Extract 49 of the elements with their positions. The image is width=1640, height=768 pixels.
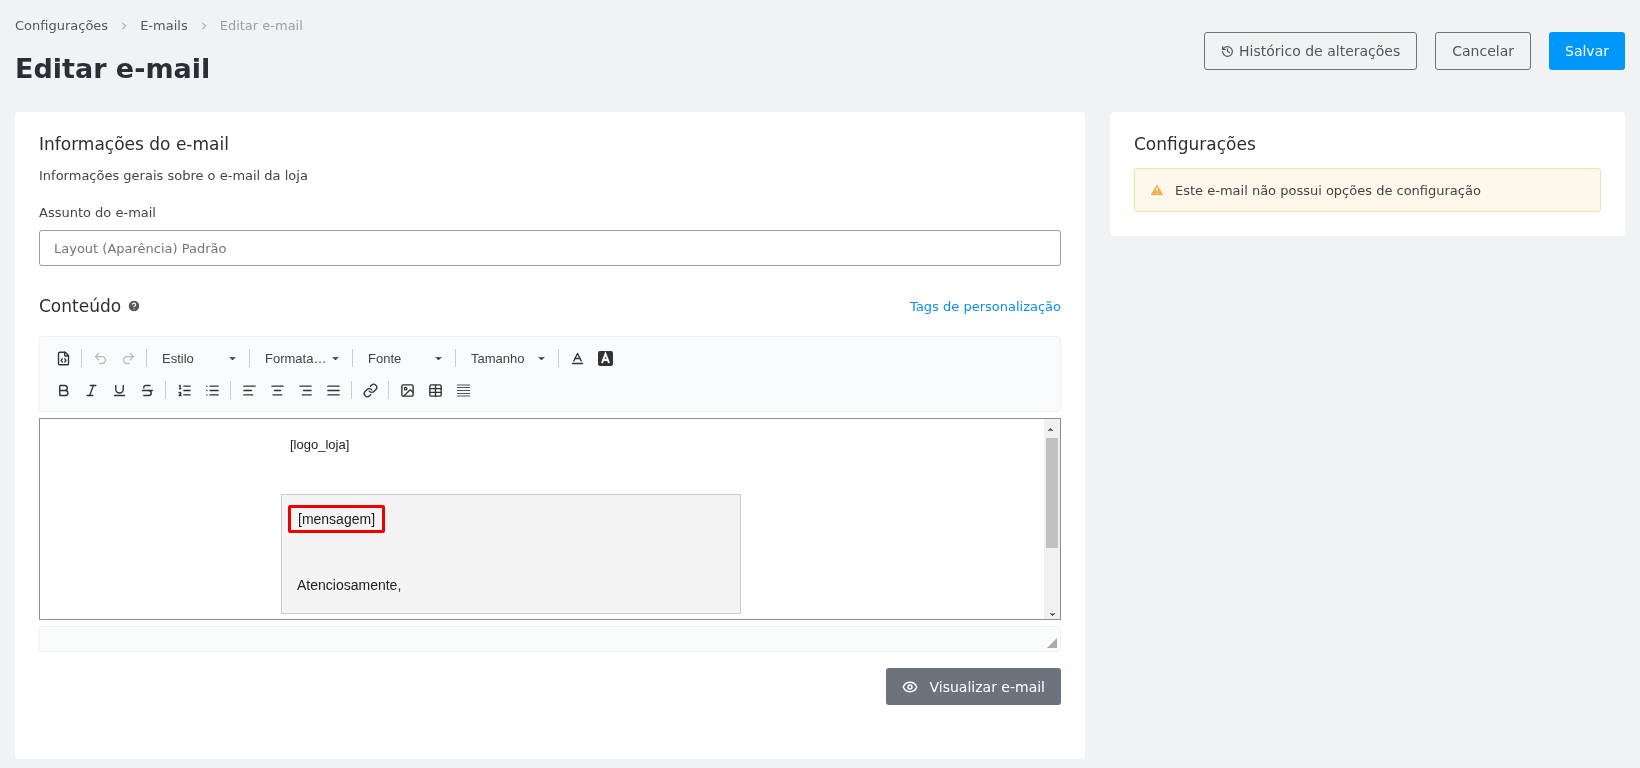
message-placeholder-text: [mensagem]: [288, 505, 386, 533]
resize-handle-icon[interactable]: [1047, 638, 1057, 648]
logo-placeholder-text: [logo_loja]: [290, 437, 351, 452]
breadcrumb-item[interactable]: E-mails: [140, 18, 188, 33]
section-title: Configurações: [1134, 134, 1257, 154]
align-left-icon: [241, 382, 257, 398]
align-justify-icon: [325, 382, 341, 398]
page-title: Editar e-mail: [15, 53, 212, 84]
help-icon[interactable]: [127, 299, 142, 313]
align-right-icon: [297, 382, 313, 398]
toolbar-dropdown[interactable]: Estilo: [152, 345, 244, 371]
italic-icon: [83, 382, 99, 398]
section-subtitle: Informações gerais sobre o e-mail da loja: [39, 168, 309, 183]
bullet-list-icon: [204, 382, 220, 398]
text-color-icon: [569, 350, 585, 366]
link-icon: [362, 382, 378, 398]
breadcrumb-item: Editar e-mail: [219, 18, 303, 33]
redo-icon: [120, 350, 136, 366]
closing-text: Atenciosamente,: [296, 577, 403, 593]
toolbar-dropdown[interactable]: Fonte: [358, 345, 450, 371]
tags-link[interactable]: Tags de personalização: [910, 298, 1061, 314]
field-label: Assunto do e-mail: [39, 205, 157, 220]
highlight-color-icon: [597, 350, 613, 366]
source-code-icon: [55, 350, 71, 366]
breadcrumb-item[interactable]: Configurações: [15, 18, 109, 33]
scroll-thumb[interactable]: [1046, 438, 1058, 548]
section-title: Conteúdo: [39, 296, 122, 316]
history-button[interactable]: Histórico de alterações: [1204, 32, 1418, 70]
editor-area[interactable]: [logo_loja] [mensagem] Atenciosamente,: [39, 418, 1061, 620]
toolbar-dropdown[interactable]: Tamanho: [461, 345, 553, 371]
warning-icon: [1149, 182, 1165, 198]
align-center-icon: [269, 382, 285, 398]
horizontal-line-icon: [455, 382, 471, 398]
toolbar-dropdown[interactable]: Formata…: [255, 345, 347, 371]
undo-icon: [92, 350, 108, 366]
scroll-down-icon[interactable]: [1047, 610, 1057, 619]
cancel-button[interactable]: Cancelar: [1435, 32, 1531, 70]
table-icon: [427, 382, 443, 398]
warning-text: Este e-mail não possui opções de configuração: [1175, 182, 1481, 198]
subject-input-field[interactable]: Layout (Aparência) Padrão: [39, 230, 1061, 266]
underline-icon: [111, 382, 127, 398]
strikethrough-icon: [139, 382, 155, 398]
section-title: Informações do e-mail: [39, 134, 230, 154]
numbered-list-icon: [176, 382, 192, 398]
image-icon: [399, 382, 415, 398]
scroll-up-icon[interactable]: [1046, 425, 1055, 434]
clock-icon: [1221, 44, 1235, 58]
scrollbar[interactable]: [1044, 419, 1060, 619]
preview-button[interactable]: Visualizar e-mail: [885, 668, 1061, 705]
